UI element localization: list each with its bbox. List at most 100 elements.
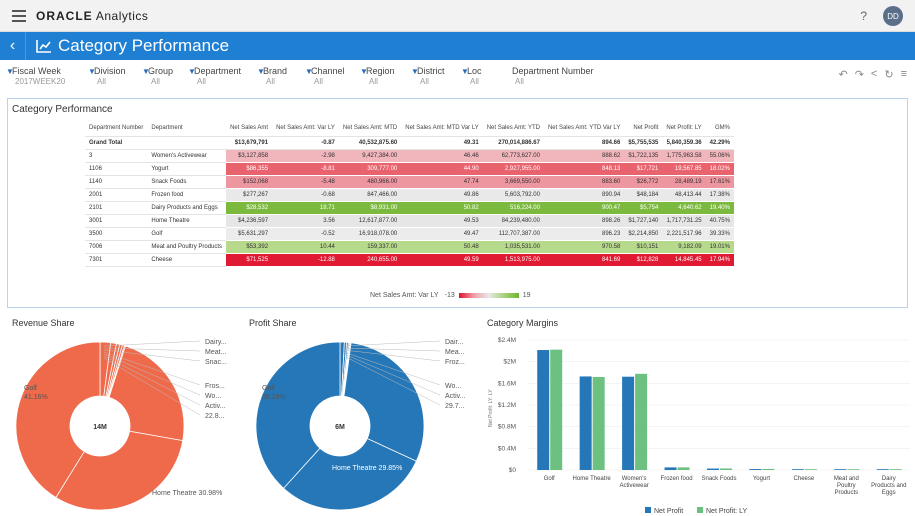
bar-net-profit-ly[interactable] [762, 468, 775, 470]
column-header[interactable]: Net Profit [624, 121, 663, 137]
table-row[interactable]: 3001 Home Theatre $4,236,597 3.56 12,617,877… [85, 214, 734, 228]
top-bar: ORACLE Analytics ? DD [0, 0, 915, 32]
table-cell: 49.59 [401, 253, 483, 267]
table-cell: 18.02% [705, 162, 734, 176]
filter-loc[interactable]: ▼Loc All [461, 66, 482, 86]
table-cell: 240,655.00 [338, 253, 402, 267]
table-row[interactable]: 2101 Dairy Products and Eggs $28,532 18.71 $… [85, 201, 734, 215]
bar-net-profit-ly[interactable] [592, 376, 605, 470]
column-header[interactable]: Net Sales Amt: YTD Var LY [543, 121, 625, 137]
table-cell: 112,707,387.00 [482, 227, 544, 241]
table-row[interactable]: 2001 Frozen food $277,267 -0.68 847,466.00 49… [85, 188, 734, 202]
table-cell: $1,727,140 [624, 214, 663, 228]
bar-net-profit[interactable] [579, 376, 592, 470]
bar-net-profit-ly[interactable] [677, 467, 690, 470]
filter-channel[interactable]: ▼Channel All [305, 66, 345, 86]
table-row[interactable]: 3500 Golf $5,631,297 -0.52 16,918,078.00 49.4… [85, 227, 734, 241]
refresh-icon[interactable]: ↻ [884, 68, 893, 81]
undo-icon[interactable]: ↶ [838, 68, 847, 81]
column-header[interactable]: Net Sales Amt: MTD Var LY [401, 121, 483, 137]
leader-line [103, 340, 201, 347]
legend-swatch [645, 507, 651, 513]
avatar[interactable]: DD [883, 6, 903, 26]
table-cell: 3500 [85, 227, 148, 241]
table-cell: 28,489.19 [662, 175, 706, 189]
bar-net-profit-ly[interactable] [847, 469, 860, 470]
table-cell: 883.60 [543, 175, 625, 189]
table-cell: 894.66 [543, 136, 625, 150]
slice-label: 22.8... [205, 413, 225, 420]
bar-net-profit-ly[interactable] [720, 468, 732, 470]
column-header[interactable]: Net Sales Amt: Var LY [272, 121, 339, 137]
help-icon[interactable]: ? [860, 9, 867, 23]
revenue-share-title: Revenue Share [12, 318, 75, 328]
column-header[interactable]: Net Sales Amt [226, 121, 273, 137]
table-cell: $17,721 [624, 162, 663, 176]
column-header[interactable]: Department Number [85, 121, 148, 137]
back-icon[interactable]: ‹ [0, 32, 26, 60]
slice-label: Wo... [445, 383, 461, 390]
table-cell: -0.52 [272, 227, 339, 241]
bar-net-profit[interactable] [622, 376, 635, 470]
bar-net-profit-ly[interactable] [635, 373, 648, 470]
x-tick-label: Cheese [794, 476, 815, 482]
table-cell: 841.69 [543, 253, 625, 267]
table-cell: 3001 [85, 214, 148, 228]
slice-label: Dairy... [205, 339, 227, 346]
table-cell: 890.94 [543, 188, 625, 202]
share-icon[interactable]: < [871, 68, 877, 81]
filter-district[interactable]: ▼District All [411, 66, 445, 86]
table-cell: $48,184 [624, 188, 663, 202]
filter-group[interactable]: ▼Group All [142, 66, 173, 86]
y-tick-label: $2M [503, 359, 516, 366]
table-row[interactable]: 1140 Snack Foods $152,068 -5.48 480,966.00 47… [85, 175, 734, 189]
table-row[interactable]: 7301 Cheese $71,525 -12.88 240,655.00 49.59 1,… [85, 253, 734, 267]
bar-net-profit[interactable] [791, 469, 804, 470]
table-cell: 3 [85, 149, 148, 163]
table-cell: 49.47 [401, 227, 483, 241]
table-cell: 2001 [85, 188, 148, 202]
table-row[interactable]: 7006 Meat and Poultry Products $53,392 10.4… [85, 240, 734, 254]
bar-net-profit-ly[interactable] [804, 469, 817, 470]
column-header[interactable]: Net Sales Amt: YTD [482, 121, 544, 137]
bar-net-profit[interactable] [749, 469, 762, 470]
bar-net-profit[interactable] [876, 469, 889, 470]
filter-department[interactable]: ▼Department All [188, 66, 241, 86]
filter-division[interactable]: ▼Division All [88, 66, 126, 86]
table-cell: $5,754 [624, 201, 663, 215]
table-row[interactable]: 1106 Yogurt $86,355 -8.81 309,777.00 44.90 2,9… [85, 162, 734, 176]
slice-label: Snac... [205, 359, 227, 366]
slice-label: Wo... [205, 393, 221, 400]
column-header[interactable]: Department [147, 121, 227, 137]
slice-label: Mea... [445, 349, 465, 356]
filter-department-number[interactable]: Department Number All [506, 66, 594, 86]
legend-label[interactable]: Net Profit: LY [706, 508, 747, 515]
legend-label[interactable]: Net Profit [654, 508, 683, 515]
x-tick-label: Snack Foods [701, 476, 736, 482]
more-icon[interactable]: ≡ [901, 68, 907, 81]
bar-net-profit[interactable] [834, 469, 847, 470]
filter-region[interactable]: ▼Region All [360, 66, 395, 86]
table-cell: $26,772 [624, 175, 663, 189]
bar-net-profit-ly[interactable] [889, 469, 902, 470]
x-tick-label: Eggs [882, 490, 896, 496]
table-cell: 84,239,480.00 [482, 214, 544, 228]
filter-brand[interactable]: ▼Brand All [257, 66, 287, 86]
column-header[interactable]: Net Sales Amt: MTD [338, 121, 402, 137]
bar-net-profit[interactable] [537, 350, 550, 470]
chart-icon [36, 40, 51, 53]
bar-net-profit[interactable] [664, 467, 677, 470]
x-tick-label: Golf [544, 476, 555, 482]
table-row[interactable]: 3 Women's Activewear $3,127,858 -2.98 9,427,… [85, 149, 734, 163]
redo-icon[interactable]: ↷ [855, 68, 864, 81]
column-header[interactable]: Net Profit: LY [662, 121, 706, 137]
column-header[interactable]: GM% [705, 121, 734, 137]
legend-gradient [458, 293, 519, 298]
menu-icon[interactable] [12, 7, 26, 25]
slice-label: Golf [24, 385, 37, 392]
filter-fiscal-week[interactable]: ▼Fiscal Week 2017WEEK20 [6, 66, 65, 86]
table-cell: 50.82 [401, 201, 483, 215]
bar-net-profit[interactable] [707, 468, 719, 470]
bar-net-profit-ly[interactable] [550, 349, 563, 470]
table-cell: Snack Foods [147, 175, 227, 189]
